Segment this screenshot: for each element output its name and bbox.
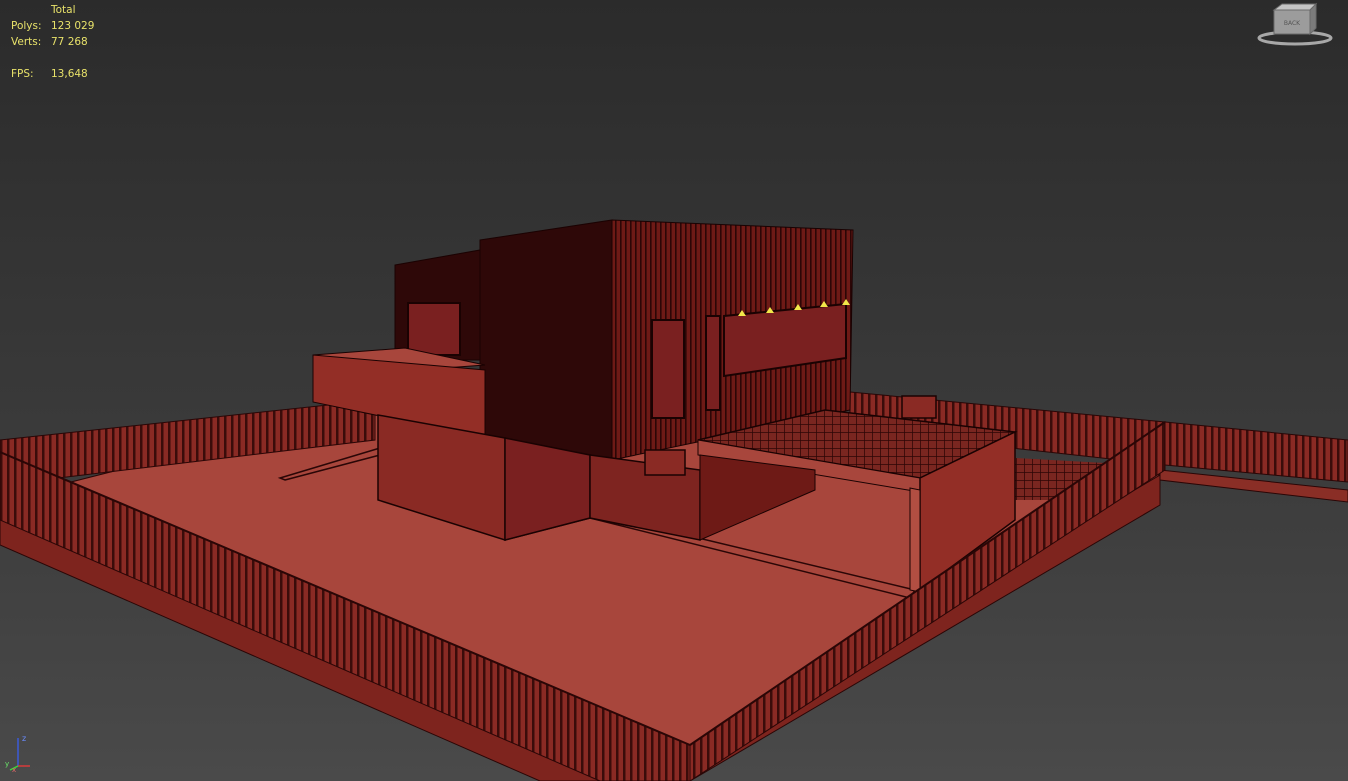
garage-pillar [909, 487, 921, 593]
polys-value: 123 029 [51, 20, 95, 32]
axis-z-label: z [22, 734, 26, 743]
viewcube-icon[interactable]: BACK [1256, 2, 1334, 48]
stats-verts-row: Verts: 77 268 [11, 34, 94, 50]
upper-window [407, 302, 461, 356]
viewport-statistics: Total Polys: 123 029 Verts: 77 268 FPS: … [11, 2, 94, 82]
window-2 [705, 315, 721, 411]
axis-tripod: z y x [5, 734, 30, 772]
stats-header: Total [51, 4, 76, 16]
axis-x-label: x [12, 766, 16, 772]
house-model[interactable] [0, 219, 1348, 781]
polys-label: Polys: [11, 20, 42, 32]
fps-label: FPS: [11, 68, 34, 80]
axis-y-label: y [5, 760, 9, 768]
main-block-front [479, 219, 613, 461]
verts-value: 77 268 [51, 36, 88, 48]
stats-fps-row: FPS: 13,648 [11, 66, 94, 82]
glass-door [644, 449, 686, 476]
3d-viewport[interactable] [0, 0, 1348, 781]
mailbox [901, 395, 937, 419]
verts-label: Verts: [11, 36, 42, 48]
stats-polys-row: Polys: 123 029 [11, 18, 94, 34]
window-1 [651, 319, 685, 419]
fps-value: 13,648 [51, 68, 88, 80]
viewcube-face-label: BACK [1284, 20, 1301, 27]
